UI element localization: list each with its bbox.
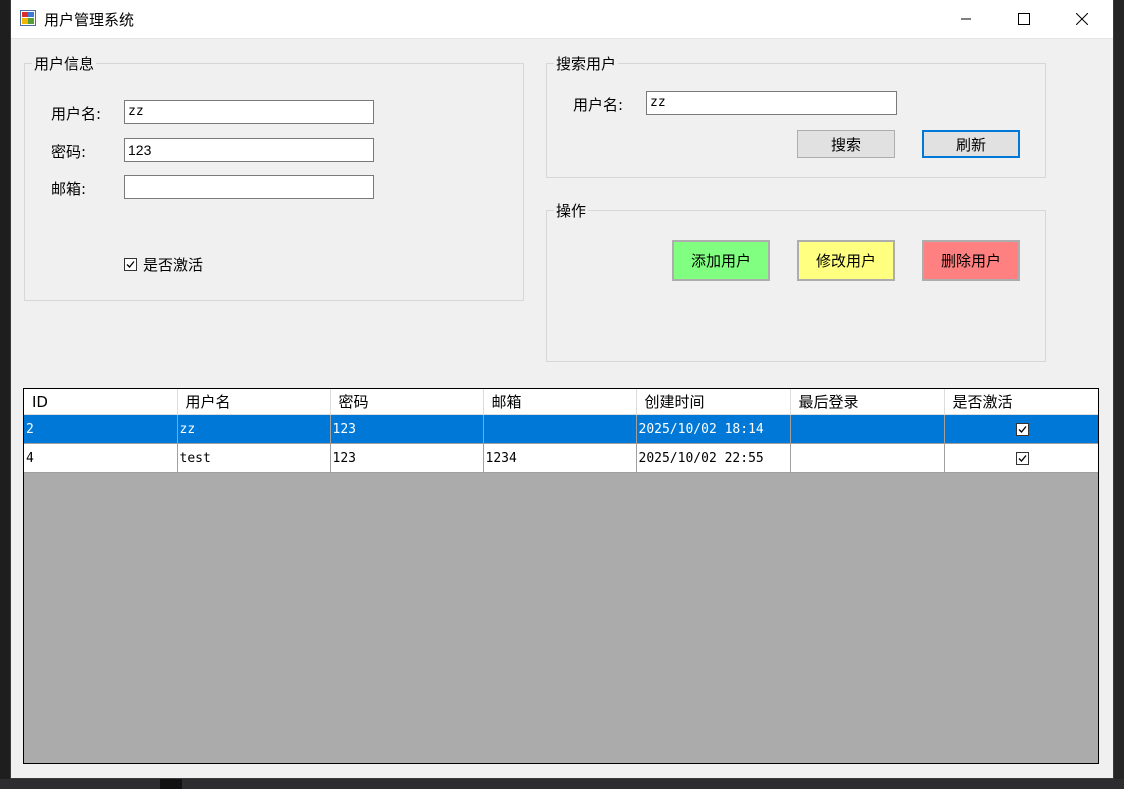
cell-active[interactable] [944, 414, 1098, 444]
column-header-created[interactable]: 创建时间 [636, 389, 791, 415]
close-icon [1076, 13, 1088, 25]
close-button[interactable] [1053, 0, 1111, 38]
search-username-label: 用户名: [573, 96, 624, 114]
checkbox-checked-icon [124, 258, 137, 271]
cell-active[interactable] [944, 443, 1098, 473]
title-bar[interactable]: 用户管理系统 [11, 0, 1113, 39]
background-taskbar [0, 779, 1124, 789]
password-label: 密码: [51, 143, 87, 161]
column-header-last-login[interactable]: 最后登录 [790, 389, 945, 415]
cell-id[interactable]: 2 [24, 414, 178, 444]
column-header-email[interactable]: 邮箱 [483, 389, 637, 415]
active-checkbox[interactable]: 是否激活 [124, 254, 203, 275]
column-header-active[interactable]: 是否激活 [944, 389, 1098, 415]
minimize-icon [961, 18, 971, 20]
table-row[interactable]: 2 zz 123 2025/10/02 18:14 [24, 414, 1098, 444]
column-header-id[interactable]: ID [24, 389, 178, 415]
active-checkbox-label: 是否激活 [143, 256, 204, 274]
checkbox-checked-icon[interactable] [1015, 422, 1029, 436]
cell-last-login[interactable] [790, 414, 945, 444]
checkbox-checked-icon[interactable] [1015, 451, 1029, 465]
search-button[interactable]: 搜索 [797, 130, 895, 158]
background-editor-right [1112, 0, 1124, 789]
cell-username[interactable]: zz [177, 414, 331, 444]
column-header-password[interactable]: 密码 [330, 389, 484, 415]
password-input[interactable]: 123 [124, 138, 374, 162]
search-group: 搜索用户 [546, 53, 1046, 178]
cell-password[interactable]: 123 [330, 443, 484, 473]
refresh-button[interactable]: 刷新 [922, 130, 1020, 158]
column-header-username[interactable]: 用户名 [177, 389, 331, 415]
cell-password[interactable]: 123 [330, 414, 484, 444]
user-info-legend: 用户信息 [34, 55, 95, 73]
grid-header-row: ID 用户名 密码 邮箱 创建时间 最后登录 是否激活 [24, 389, 1098, 415]
cell-username[interactable]: test [177, 443, 331, 473]
minimize-button[interactable] [937, 0, 995, 38]
username-input[interactable]: zz [124, 100, 374, 124]
email-input[interactable] [124, 175, 374, 199]
cell-email[interactable] [483, 414, 637, 444]
maximize-icon [1018, 13, 1030, 25]
maximize-button[interactable] [995, 0, 1053, 38]
username-label: 用户名: [51, 105, 102, 123]
users-grid[interactable]: ID 用户名 密码 邮箱 创建时间 最后登录 是否激活 2 zz 123 202… [23, 388, 1099, 764]
window-title: 用户管理系统 [44, 11, 135, 29]
cell-email[interactable]: 1234 [483, 443, 637, 473]
cell-id[interactable]: 4 [24, 443, 178, 473]
table-row[interactable]: 4 test 123 1234 2025/10/02 22:55 [24, 443, 1098, 473]
search-legend: 搜索用户 [556, 55, 617, 73]
main-window: 用户管理系统 用户信息 用户名: zz 密码: 123 邮箱: 是否激活 搜索用… [11, 0, 1113, 778]
email-label: 邮箱: [51, 180, 87, 198]
edit-user-button[interactable]: 修改用户 [797, 240, 895, 281]
search-input[interactable]: zz [646, 91, 897, 115]
delete-user-button[interactable]: 删除用户 [922, 240, 1020, 281]
add-user-button[interactable]: 添加用户 [672, 240, 770, 281]
app-icon [20, 10, 36, 26]
cell-created[interactable]: 2025/10/02 18:14 [636, 414, 791, 444]
operations-legend: 操作 [556, 202, 587, 220]
cell-last-login[interactable] [790, 443, 945, 473]
operations-group: 操作 [546, 200, 1046, 362]
cell-created[interactable]: 2025/10/02 22:55 [636, 443, 791, 473]
